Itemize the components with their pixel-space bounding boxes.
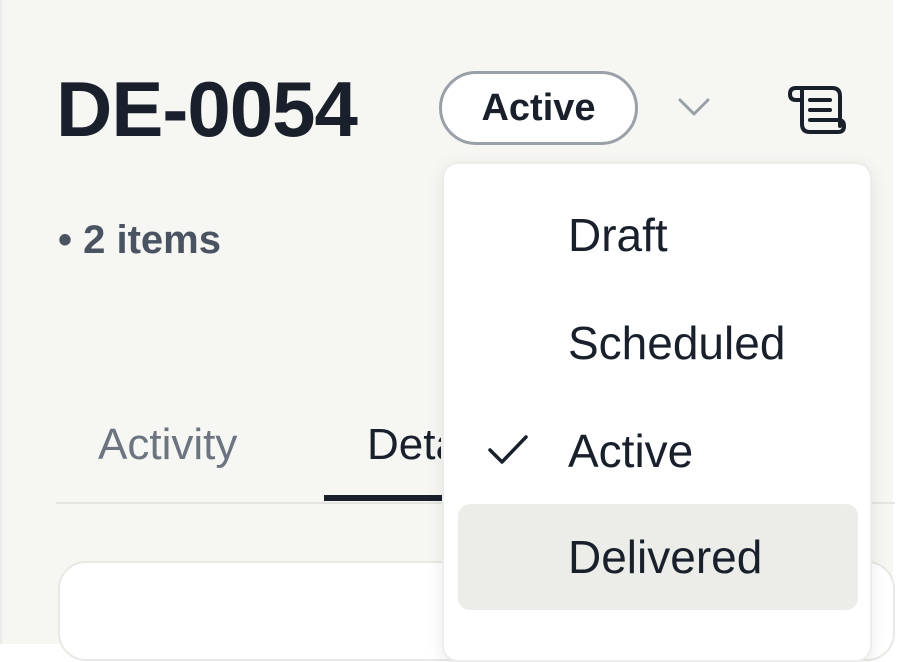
active-tab-indicator xyxy=(324,495,444,501)
status-badge-label: Active xyxy=(481,86,596,129)
menu-item-label: Delivered xyxy=(568,531,763,583)
items-count: • 2 items xyxy=(58,218,221,262)
status-dropdown-menu: Draft Scheduled Active Delivered xyxy=(442,162,872,662)
menu-item-active[interactable]: Active xyxy=(458,398,858,504)
menu-item-scheduled[interactable]: Scheduled xyxy=(458,290,858,396)
page-title: DE-0054 xyxy=(56,65,358,153)
menu-item-label: Scheduled xyxy=(568,317,786,369)
menu-item-draft[interactable]: Draft xyxy=(458,182,858,288)
chevron-down-icon[interactable] xyxy=(674,92,714,122)
status-badge[interactable]: Active xyxy=(439,71,638,145)
check-icon xyxy=(488,435,528,464)
menu-item-label: Draft xyxy=(568,209,668,261)
scroll-document-icon[interactable] xyxy=(788,80,848,138)
tab-activity[interactable]: Activity xyxy=(98,418,237,472)
menu-item-label: Active xyxy=(568,425,694,477)
menu-item-delivered[interactable]: Delivered xyxy=(458,504,858,610)
tab-details[interactable]: Details xyxy=(367,418,441,472)
record-page: DE-0054 Active • 2 items Activity Detail… xyxy=(0,0,895,662)
